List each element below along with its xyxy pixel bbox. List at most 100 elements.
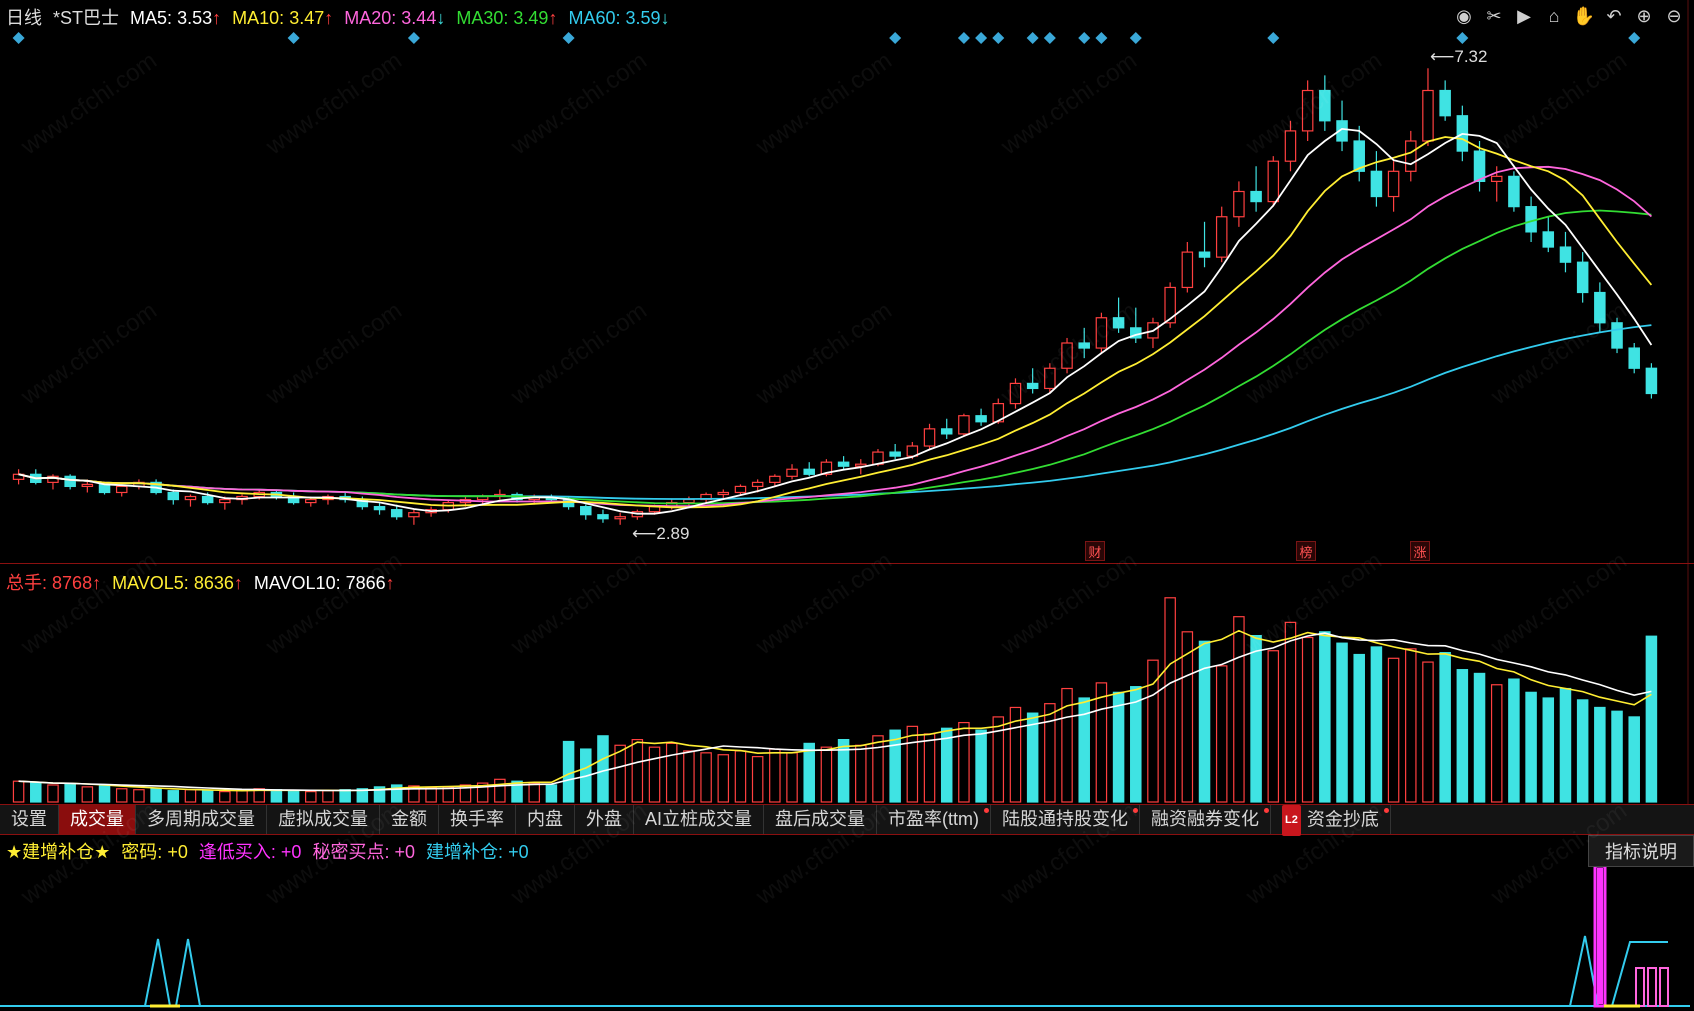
candle-body	[1301, 89, 1314, 132]
volume-panel[interactable]: 总手: 8768↑ MAVOL5: 8636↑ MAVOL10: 7866↑	[0, 564, 1694, 805]
mimi-value: +0	[394, 842, 416, 862]
volume-bar	[1559, 687, 1572, 803]
zoom-in-icon[interactable]: ⊕	[1632, 4, 1656, 28]
candle-body	[1078, 342, 1090, 349]
candle-body	[98, 483, 111, 494]
scissors-icon[interactable]: ✂	[1482, 4, 1506, 28]
signal-diamond-icon	[1456, 32, 1469, 44]
fengdi-label: 逢低买入:	[198, 842, 276, 862]
ma10-label: MA10:	[232, 8, 285, 28]
volume-bar	[1508, 678, 1520, 803]
tab-label: 陆股通持股变化	[1002, 809, 1128, 829]
tab-12[interactable]: 融资融券变化	[1140, 805, 1271, 834]
tab-3[interactable]: 虚拟成交量	[267, 805, 380, 834]
volume-bar	[494, 778, 506, 803]
candle-body	[1473, 150, 1486, 183]
candle-body	[975, 415, 987, 423]
signal-diamond-icon	[1095, 32, 1108, 44]
candle-body	[1645, 367, 1658, 395]
tab-6[interactable]: 内盘	[516, 805, 575, 834]
total-volume-value: 8768	[52, 573, 93, 593]
indicator-pink-bar	[1659, 967, 1669, 1007]
mavol10-label: MAVOL10:	[253, 573, 341, 593]
candle-body	[923, 428, 936, 447]
chart-toolbar: ◉ ✂ ▶ ⌂ ✋ ↶ ⊕ ⊖	[1452, 4, 1686, 28]
candle-body	[390, 509, 403, 518]
tab-1[interactable]: 成交量	[59, 805, 136, 834]
tab-13[interactable]: L2 资金抄底	[1271, 805, 1391, 836]
candle-body	[734, 485, 747, 494]
tab-10[interactable]: 市盈率(ttm)	[877, 805, 991, 834]
volume-bar	[923, 733, 936, 803]
volume-bar	[1542, 697, 1555, 803]
candle-body	[1198, 251, 1211, 258]
volume-bar	[1336, 642, 1348, 803]
ma30-value: 3.49	[513, 8, 549, 28]
indicator-spike-left	[144, 938, 201, 1007]
tab-0[interactable]: 设置	[0, 805, 59, 834]
price-high-label: ⟵7.32	[1430, 47, 1488, 66]
event-marker-bang[interactable]: 榜	[1296, 541, 1316, 561]
event-marker-zhang[interactable]: 涨	[1410, 541, 1430, 561]
tab-4[interactable]: 金额	[380, 805, 439, 834]
tab-7[interactable]: 外盘	[575, 805, 634, 834]
event-marker-cai[interactable]: 财	[1085, 541, 1105, 561]
volume-bar	[115, 788, 128, 803]
signal-diamond-icon	[889, 32, 902, 44]
volume-bar	[1130, 686, 1142, 803]
signal-diamond-icon	[12, 32, 25, 44]
tab-5[interactable]: 换手率	[439, 805, 516, 834]
volume-bar	[975, 729, 987, 803]
indicator-magenta-fill	[1597, 868, 1603, 1004]
candle-body	[1233, 190, 1245, 218]
hand-icon[interactable]: ✋	[1572, 4, 1596, 28]
volume-bar	[270, 789, 283, 803]
indicator-pink-bar	[1635, 967, 1645, 1007]
candle-body	[1215, 216, 1228, 258]
tab-label: 盘后成交量	[775, 809, 866, 829]
volume-bar	[683, 750, 695, 803]
volume-bar	[562, 740, 575, 803]
volume-bar	[30, 782, 42, 803]
ma60-value: 3.59	[625, 8, 661, 28]
signal-diamond-icon	[287, 32, 300, 44]
candle-body	[1095, 317, 1108, 349]
tab-11[interactable]: 陆股通持股变化	[991, 805, 1140, 834]
zoom-out-icon[interactable]: ⊖	[1662, 4, 1686, 28]
indicator-info-bar: ★建增补仓★ 密码: +0 逢低买入: +0 秘密买点: +0 建增补仓: +0	[6, 838, 535, 864]
candle-body	[683, 498, 695, 504]
undo-icon[interactable]: ↶	[1602, 4, 1626, 28]
lock-icon[interactable]: ⌂	[1542, 4, 1566, 28]
volume-bar	[803, 742, 815, 803]
volume-bar	[872, 735, 884, 803]
ma10-arrow: ↑	[324, 8, 334, 28]
volume-bar	[1267, 650, 1280, 803]
volume-bar	[528, 782, 540, 803]
volume-bar	[1164, 597, 1176, 803]
play-icon[interactable]: ▶	[1512, 4, 1536, 28]
tab-label: 市盈率(ttm)	[888, 809, 979, 829]
tab-8[interactable]: AI立桩成交量	[634, 805, 765, 834]
tab-9[interactable]: 盘后成交量	[764, 805, 878, 834]
indicator-panel[interactable]: ★建增补仓★ 密码: +0 逢低买入: +0 秘密买点: +0 建增补仓: +0	[0, 834, 1694, 1011]
eye-icon[interactable]: ◉	[1452, 4, 1476, 28]
volume-bar	[1594, 706, 1606, 803]
indicator-explain-button[interactable]: 指标说明	[1588, 835, 1694, 867]
volume-bar	[700, 752, 712, 803]
volume-bar	[1319, 631, 1331, 803]
ma-info-bar: 日线 *ST巴士 MA5: 3.53↑ MA10: 3.47↑ MA20: 3.…	[6, 4, 676, 30]
volume-bar	[751, 756, 764, 803]
tab-2[interactable]: 多周期成交量	[136, 805, 267, 834]
signal-diamond-icon	[1267, 32, 1280, 44]
ma5-value: 3.53	[177, 8, 213, 28]
indicator-title: ★建增补仓★	[6, 842, 111, 862]
volume-info-bar: 总手: 8768↑ MAVOL5: 8636↑ MAVOL10: 7866↑	[6, 569, 401, 595]
candle-body	[769, 475, 781, 483]
volume-bar	[47, 784, 59, 803]
volume-bar	[1370, 646, 1383, 803]
candle-body	[1405, 140, 1417, 172]
kline-chart[interactable]	[0, 0, 1694, 563]
volume-chart[interactable]	[0, 564, 1694, 804]
kline-panel[interactable]: 日线 *ST巴士 MA5: 3.53↑ MA10: 3.47↑ MA20: 3.…	[0, 0, 1694, 564]
candle-body	[115, 485, 128, 494]
